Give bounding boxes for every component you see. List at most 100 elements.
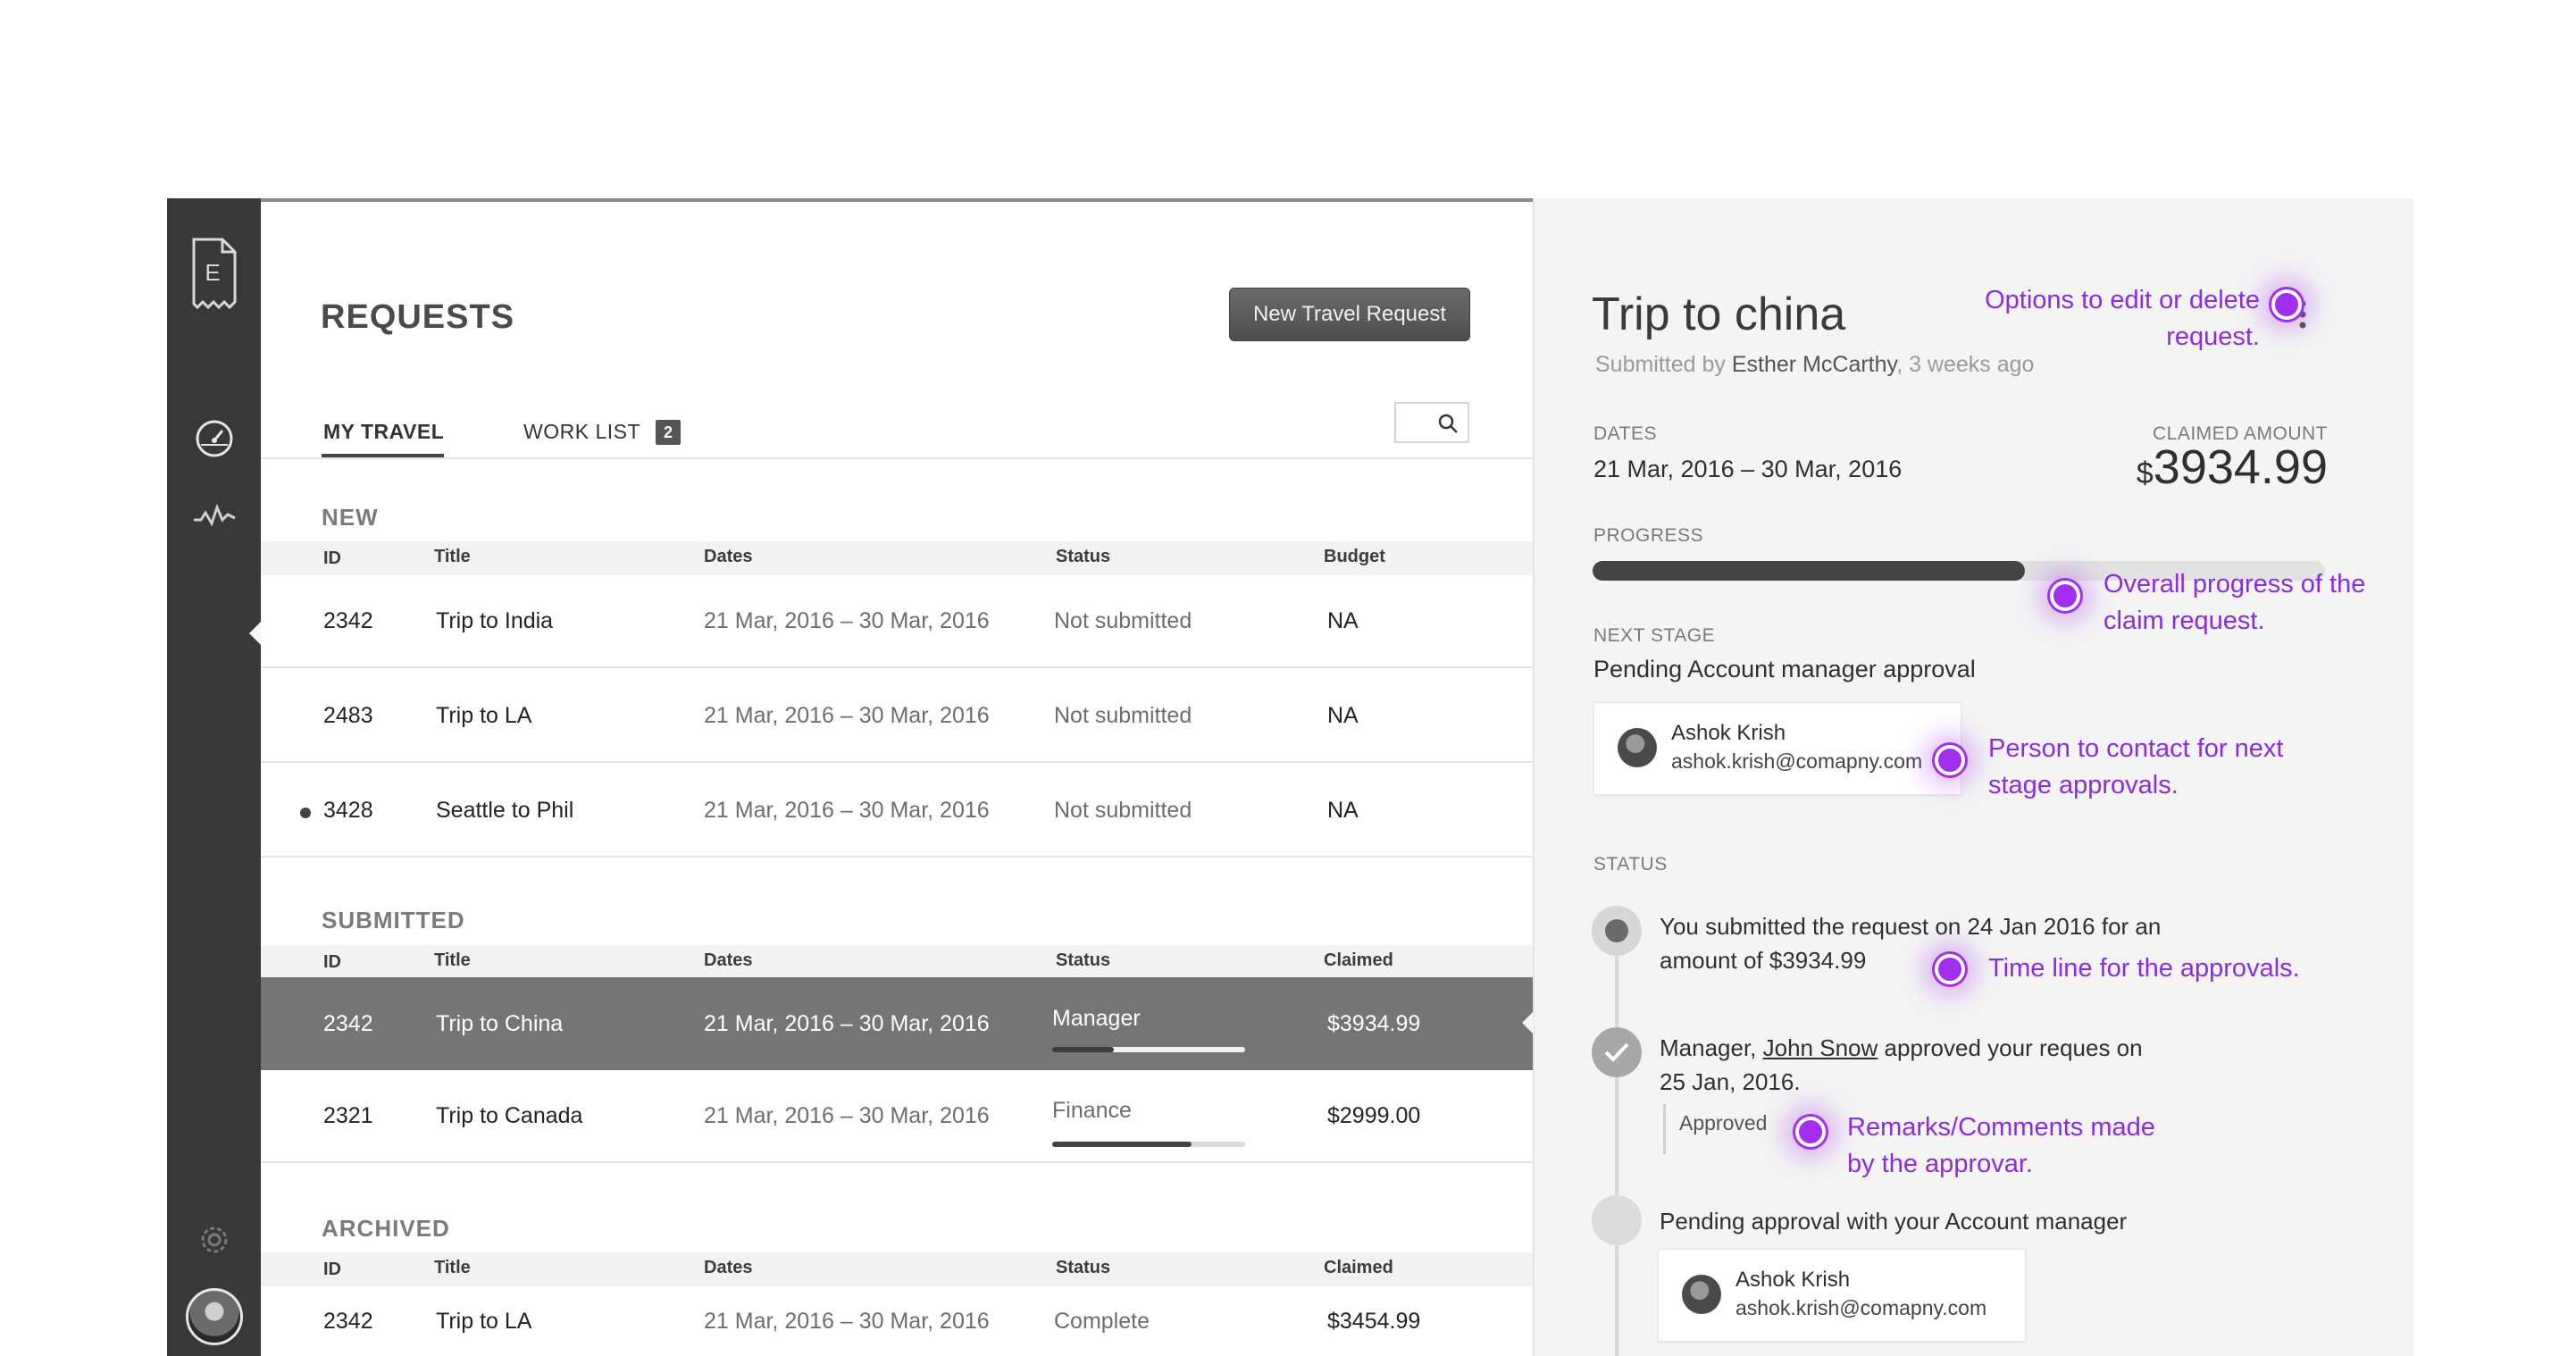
col-title: Title <box>434 1258 471 1277</box>
row-title: Trip to LA <box>436 1308 532 1334</box>
new-travel-request-button[interactable]: New Travel Request <box>1229 288 1470 341</box>
submitter-name: Esther McCarthy <box>1731 352 1897 377</box>
submitted-prefix: Submitted by <box>1595 352 1726 377</box>
panel-top-border <box>261 198 1533 202</box>
contact-avatar <box>1682 1275 1721 1314</box>
unread-dot <box>300 808 311 818</box>
contact-email[interactable]: ashok.krish@comapny.com <box>1671 749 1922 774</box>
row-id: 2342 <box>323 1010 373 1036</box>
status-label: STATUS <box>1593 854 1668 875</box>
contact-name: Ashok Krish <box>1671 721 1786 745</box>
col-claimed: Claimed <box>1324 1258 1393 1277</box>
detail-submitted-by: Submitted by Esther McCarthy, 3 weeks ag… <box>1595 352 2034 378</box>
col-budget: Budget <box>1324 547 1385 566</box>
annotation-remarks-line1: Remarks/Comments made <box>1847 1113 2155 1142</box>
row-id: 2342 <box>323 1308 373 1334</box>
row-status: Not submitted <box>1054 607 1192 633</box>
timeline-submitted-line1: You submitted the request on 24 Jan 2016… <box>1660 913 2162 940</box>
active-nav-marker <box>249 622 261 645</box>
annotation-options-line2: request. <box>2166 322 2260 351</box>
row-budget: NA <box>1327 702 1359 728</box>
timeline-node-submitted <box>1592 906 1642 956</box>
timeline-pending-text: Pending approval with your Account manag… <box>1660 1208 2128 1235</box>
checkmark-icon <box>1604 1042 1629 1062</box>
next-stage-contact-card[interactable]: Ashok Krish ashok.krish@comapny.com <box>1593 702 1961 795</box>
tab-work-list[interactable]: WORK LIST <box>523 420 640 444</box>
timeline-node-approved <box>1592 1027 1642 1077</box>
table-row[interactable]: 2342 Trip to India 21 Mar, 2016 – 30 Mar… <box>261 575 1533 668</box>
table-row[interactable]: 2321 Trip to Canada 21 Mar, 2016 – 30 Ma… <box>261 1070 1533 1163</box>
col-status: Status <box>1056 950 1111 970</box>
currency-symbol: $ <box>2136 456 2154 490</box>
settings-gear-icon[interactable] <box>167 1222 261 1258</box>
annotation-remarks-marker <box>1795 1117 1826 1147</box>
table-row[interactable]: 2483 Trip to LA 21 Mar, 2016 – 30 Mar, 2… <box>261 670 1533 763</box>
annotation-progress: Overall progress of the claim request. <box>2103 566 2365 640</box>
row-status: Not submitted <box>1054 797 1192 823</box>
detail-title: Trip to china <box>1592 289 1846 340</box>
annotation-contact: Person to contact for next stage approva… <box>1988 731 2283 804</box>
approval-remark: Approved <box>1679 1111 1768 1134</box>
archived-table-header: ID Title Dates Status Claimed <box>261 1252 1533 1286</box>
row-dates: 21 Mar, 2016 – 30 Mar, 2016 <box>704 1308 990 1334</box>
remark-bar <box>1663 1104 1666 1154</box>
tabs-divider <box>261 457 1533 459</box>
table-row-selected[interactable]: 2342 Trip to China 21 Mar, 2016 – 30 Mar… <box>261 977 1533 1070</box>
row-dates: 21 Mar, 2016 – 30 Mar, 2016 <box>704 797 990 823</box>
contact-name: Ashok Krish <box>1735 1268 1851 1292</box>
annotation-timeline-marker <box>1935 954 1965 984</box>
pending-contact-card[interactable]: Ashok Krish ashok.krish@comapny.com <box>1658 1249 2026 1342</box>
annotation-remarks: Remarks/Comments made by the approvar. <box>1847 1109 2155 1183</box>
annotation-timeline: Time line for the approvals. <box>1988 954 2300 983</box>
contact-email[interactable]: ashok.krish@comapny.com <box>1735 1296 1986 1320</box>
table-row[interactable]: 2342 Trip to LA 21 Mar, 2016 – 30 Mar, 2… <box>261 1286 1533 1356</box>
row-status: Not submitted <box>1054 702 1192 728</box>
col-status: Status <box>1056 1258 1111 1277</box>
annotation-contact-marker <box>1935 745 1965 775</box>
contact-avatar <box>1618 728 1657 767</box>
row-claimed: $3454.99 <box>1327 1308 1421 1334</box>
claimed-amount: $3934.99 <box>2135 439 2328 495</box>
section-new-label: NEW <box>322 504 379 531</box>
tab-my-travel[interactable]: MY TRAVEL <box>323 420 444 444</box>
row-id: 2342 <box>323 607 373 633</box>
row-budget: NA <box>1327 607 1359 633</box>
overall-progress-fill <box>1593 561 2025 581</box>
table-row[interactable]: 3428 Seattle to Phil 21 Mar, 2016 – 30 M… <box>261 765 1533 858</box>
user-avatar[interactable] <box>167 1288 261 1345</box>
row-progress-bar <box>1052 1047 1245 1052</box>
row-title: Trip to LA <box>436 702 532 728</box>
col-id: ID <box>323 548 341 568</box>
approved-date: 25 Jan, 2016. <box>1660 1068 1801 1095</box>
annotation-contact-line2: stage approvals. <box>1988 771 2179 799</box>
row-budget: NA <box>1327 797 1359 823</box>
row-id: 3428 <box>323 797 373 823</box>
dashboard-gauge-icon[interactable] <box>167 418 261 459</box>
dates-label: DATES <box>1593 423 1657 444</box>
activity-chart-icon[interactable] <box>167 502 261 529</box>
row-progress-bar <box>1052 1142 1245 1147</box>
col-id: ID <box>323 952 341 972</box>
row-claimed: $2999.00 <box>1327 1102 1421 1128</box>
approver-name-link[interactable]: John Snow <box>1763 1034 1878 1061</box>
timeline-line <box>1615 924 1618 1356</box>
row-title: Seattle to Phil <box>436 797 574 823</box>
page-title: REQUESTS <box>321 298 515 336</box>
search-icon <box>1438 414 1458 433</box>
app-logo-icon[interactable]: E <box>167 236 261 311</box>
row-dates: 21 Mar, 2016 – 30 Mar, 2016 <box>704 1102 990 1128</box>
annotation-remarks-line2: by the approvar. <box>1847 1150 2033 1178</box>
row-status: Complete <box>1054 1308 1150 1334</box>
annotation-progress-marker <box>2050 581 2080 611</box>
next-stage-text: Pending Account manager approval <box>1593 656 1976 682</box>
section-submitted-label: SUBMITTED <box>322 907 465 933</box>
approved-suffix: approved your reques on <box>1878 1034 2143 1061</box>
col-title: Title <box>434 950 471 970</box>
annotation-options-marker <box>2271 289 2302 320</box>
row-title: Trip to China <box>436 1010 564 1036</box>
detail-dates: 21 Mar, 2016 – 30 Mar, 2016 <box>1593 456 1903 482</box>
submitted-when: , 3 weeks ago <box>1896 352 2035 377</box>
annotation-options: Options to edit or delete request. <box>1938 282 2260 356</box>
search-button[interactable] <box>1394 402 1469 443</box>
approved-prefix: Manager, <box>1660 1034 1763 1061</box>
